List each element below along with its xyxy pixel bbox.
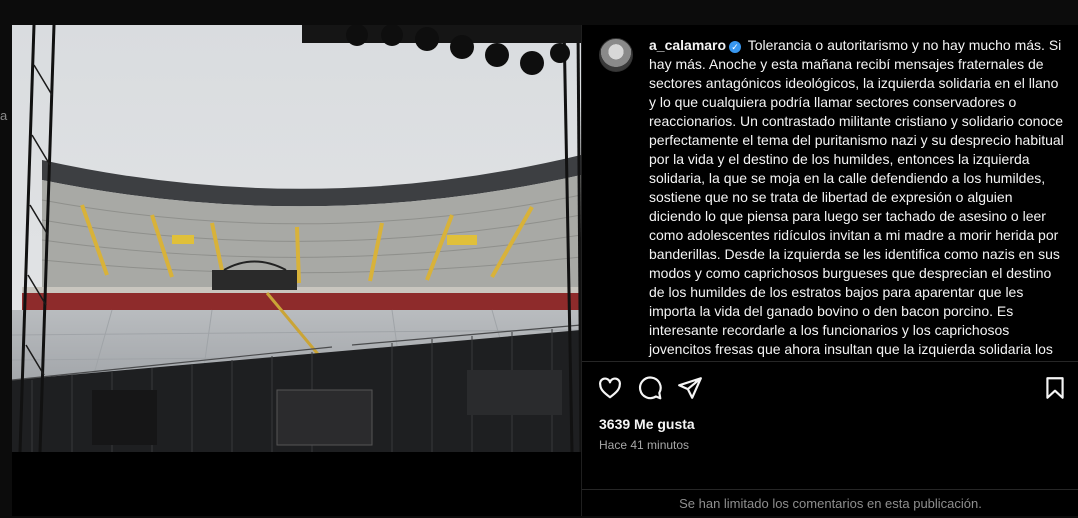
actions-section: 3639 Me gusta Hace 41 minutos Se han lim… (582, 361, 1078, 517)
post-modal: a_calamaro ✓ Tolerancia o autoritarismo y… (12, 25, 1078, 516)
post-image[interactable] (12, 25, 581, 452)
like-count[interactable]: 3639 Me gusta (599, 416, 695, 432)
post-timestamp[interactable]: Hace 41 minutos (599, 438, 689, 452)
caption-section: a_calamaro ✓ Tolerancia o autoritarismo y… (582, 25, 1078, 361)
bookmark-icon[interactable] (1042, 375, 1068, 401)
username-link[interactable]: a_calamaro (649, 37, 726, 53)
bullring-photo (12, 25, 581, 452)
post-caption: a_calamaro ✓ Tolerancia o autoritarismo y… (649, 36, 1064, 361)
background-edge-text: a (0, 108, 8, 123)
paper-plane-icon[interactable] (677, 375, 703, 401)
verified-badge-icon: ✓ (729, 41, 742, 53)
post-side-panel: a_calamaro ✓ Tolerancia o autoritarismo y… (581, 25, 1078, 516)
comment-bubble-icon[interactable] (637, 375, 663, 401)
avatar[interactable] (599, 38, 633, 72)
comments-limited-notice: Se han limitado los comentarios en esta … (582, 489, 1078, 518)
heart-icon[interactable] (597, 375, 623, 401)
caption-text: Tolerancia o autoritarismo y no hay much… (649, 37, 1064, 361)
